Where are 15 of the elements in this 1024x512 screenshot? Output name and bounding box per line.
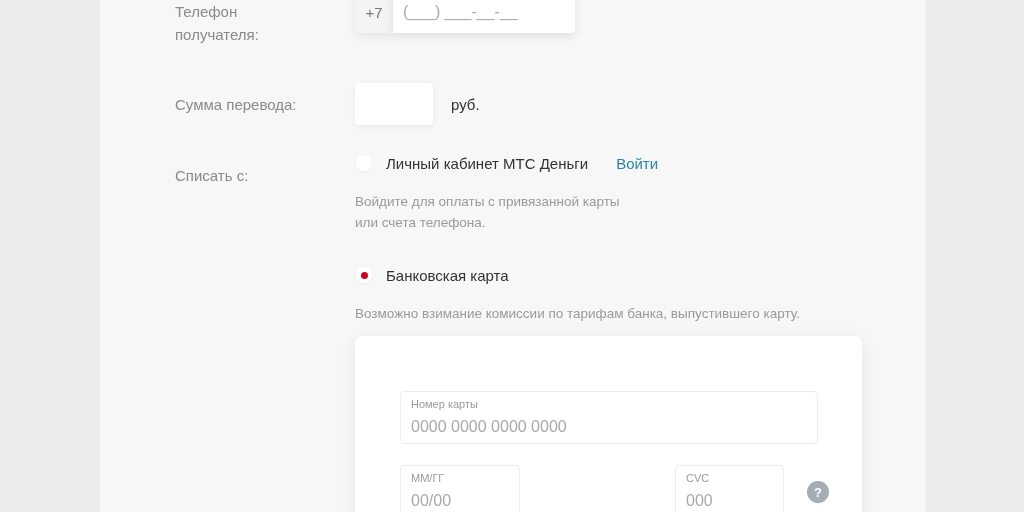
phone-prefix: +7	[355, 0, 393, 33]
radio-button[interactable]	[356, 267, 372, 283]
option-note: Возможно взимание комиссии по тарифам банка, выпустившего карту.	[355, 305, 801, 323]
phone-field[interactable]: (___) ___-__-__	[393, 0, 575, 33]
field-label: Номер карты	[411, 397, 478, 411]
field-label: ММ/ГГ	[411, 471, 445, 485]
source-label: Списать с:	[175, 166, 250, 186]
option-label[interactable]: Личный кабинет МТС Деньги	[386, 154, 589, 172]
login-link[interactable]: Войти	[616, 154, 659, 172]
amount-label: Сумма перевода:	[175, 94, 298, 115]
currency-label: руб.	[451, 95, 480, 113]
option-label[interactable]: Банковская карта	[386, 266, 509, 284]
field-label: CVC	[686, 471, 710, 485]
option-note: Войдите для оплаты с привязанной карты или счета телефона.	[355, 193, 621, 232]
phone-label: Телефон получателя:	[175, 2, 260, 45]
